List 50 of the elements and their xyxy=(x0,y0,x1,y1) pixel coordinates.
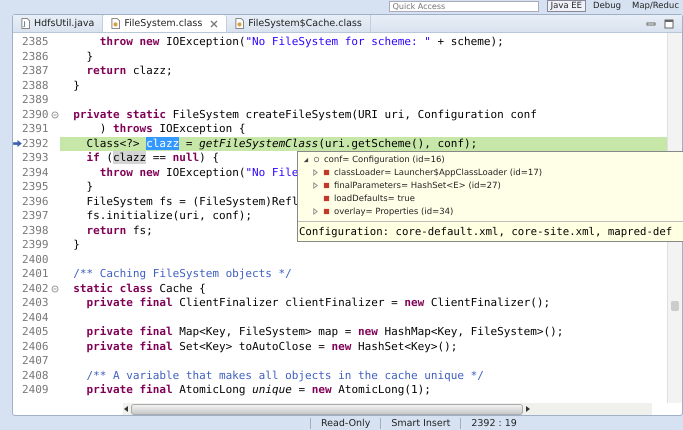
line-number: 2404 xyxy=(22,310,50,325)
code-line: throw new IOException("No File xyxy=(98,166,298,180)
line-number: 2408 xyxy=(22,368,50,383)
line-number: 2406 xyxy=(22,340,50,354)
code-line: ) throws IOException { xyxy=(98,122,246,136)
line-number: 2405 xyxy=(22,325,50,340)
line-number: 2400 xyxy=(22,252,50,267)
line-number: 2394 xyxy=(22,166,50,180)
code-line: } xyxy=(85,180,94,194)
status-field: Read-Only xyxy=(310,418,380,428)
line-number: 2386 xyxy=(22,50,50,64)
line-number: 2403 xyxy=(22,296,50,310)
code-line: } xyxy=(72,78,80,93)
code-line: private final AtomicLong unique = new AtomicLong(1); xyxy=(85,383,431,398)
code-line: /** A variable that makes all objects in the cache unique */ xyxy=(85,368,484,383)
line-number: 2409 xyxy=(22,383,50,398)
code-line: private final ClientFinalizer clientFinalizer = new ClientFinalizer(); xyxy=(85,296,550,310)
line-number: 2387 xyxy=(22,64,50,78)
line-number: 2393 xyxy=(22,151,50,166)
code-line: return fs; xyxy=(85,224,153,238)
line-number: 2399 xyxy=(22,238,50,252)
status-field: 2392 : 19 xyxy=(460,418,527,428)
code-line: private final Map<Key, FileSystem> map = new HashMap<Key, FileSystem>(); xyxy=(85,325,564,340)
line-number: 2395 xyxy=(22,180,50,194)
code-line: /** Caching FileSystem objects */ xyxy=(72,267,292,282)
line-number: 2389 xyxy=(22,93,50,108)
line-number: 2391 xyxy=(22,122,50,136)
code-line: throw new IOException("No FileSystem for scheme: " + scheme); xyxy=(98,35,504,50)
line-number: 2392 xyxy=(22,136,50,151)
code-line: } xyxy=(85,50,94,64)
detail-text: Configuration: core-default.xml, core-site.xml, mapred-def xyxy=(298,224,674,240)
code-line: if (clazz == null) { xyxy=(85,151,219,166)
code-line: private static FileSystem createFileSystem(URI uri, Configuration conf xyxy=(72,108,537,122)
line-number: 2398 xyxy=(22,224,50,238)
code-line: return clazz; xyxy=(85,64,173,78)
code-line: FileSystem fs = (FileSystem)Refl xyxy=(85,194,298,209)
line-number: 2385 xyxy=(22,35,50,50)
line-number: 2401 xyxy=(22,267,50,282)
code-line: Class<?> clazz = getFileSystemClass(uri.getScheme(), conf); xyxy=(85,136,478,151)
line-number: 2397 xyxy=(22,209,50,224)
line-number: 2407 xyxy=(22,354,50,368)
line-number: 2390 xyxy=(22,108,50,122)
line-number: 2402 xyxy=(22,282,50,296)
code-line: fs.initialize(uri, conf); xyxy=(85,209,252,224)
code-line: } xyxy=(72,238,80,252)
line-number: 2388 xyxy=(22,78,50,93)
code-line: private final Set<Key> toAutoClose = new HashSet<Key>(); xyxy=(85,340,458,354)
line-number: 2396 xyxy=(22,194,50,209)
code-line: static class Cache { xyxy=(72,282,206,296)
status-field: Smart Insert xyxy=(380,418,460,428)
